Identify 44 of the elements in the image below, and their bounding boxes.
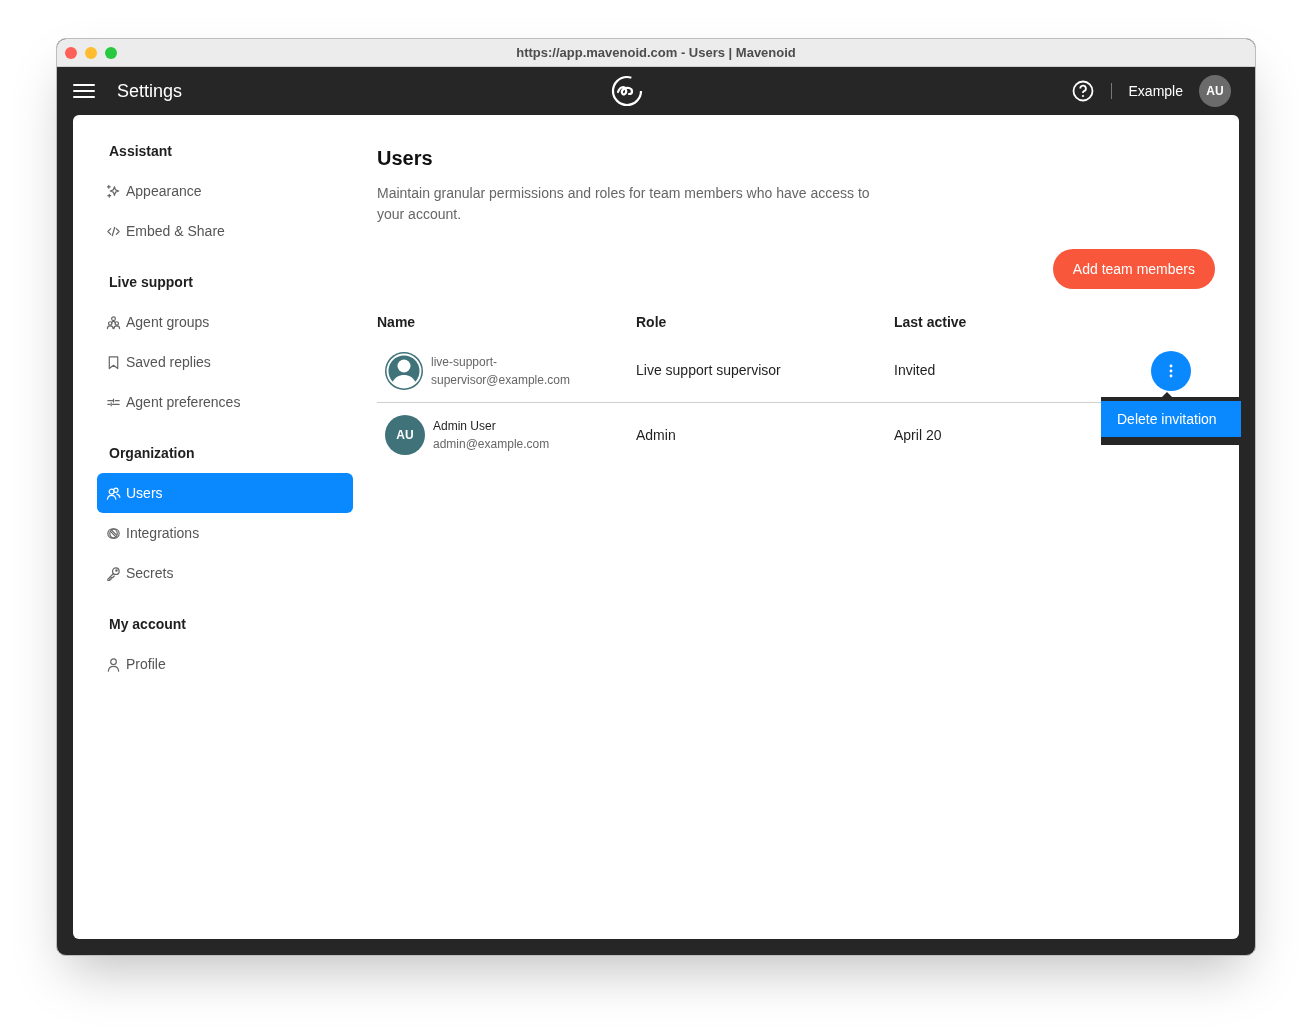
user-avatar: AU: [385, 415, 425, 455]
account-name[interactable]: Example: [1128, 80, 1183, 102]
table-cell-text: Live support supervisor: [636, 361, 782, 380]
sidebar-item[interactable]: Secrets: [97, 553, 353, 593]
sidebar-item[interactable]: Appearance: [97, 171, 353, 211]
bookmark-icon: [106, 354, 121, 370]
sidebar-item[interactable]: Saved replies: [97, 342, 353, 382]
user-name: Admin User: [433, 418, 497, 435]
page-title: Settings: [117, 79, 183, 103]
close-window-button[interactable]: [65, 46, 77, 59]
key-icon: [106, 565, 121, 581]
user-email: admin@example.com: [433, 436, 550, 453]
column-header: Last active: [894, 312, 968, 332]
sidebar-item[interactable]: Agent groups: [97, 302, 353, 342]
more-vertical-icon: [1169, 363, 1173, 378]
section-heading: Users: [377, 146, 434, 171]
section-description: Maintain granular permissions and roles for team members who have access to your account.: [377, 184, 871, 224]
table-cell-text: Admin: [636, 425, 677, 445]
user-email: live-support- supervisor@example.com: [431, 353, 570, 389]
avatar-silhouette: [385, 351, 423, 390]
person-icon: [106, 656, 121, 672]
sidebar-item[interactable]: Embed & Share: [97, 211, 353, 251]
group-icon: [106, 314, 121, 330]
table-cell-text: Invited: [894, 361, 937, 380]
help-icon[interactable]: [1071, 80, 1094, 102]
column-header: Name: [377, 312, 417, 332]
maximize-window-button[interactable]: [105, 46, 117, 59]
table-cell-text: April 20: [894, 425, 943, 445]
users-icon: [106, 485, 121, 501]
sidebar-item[interactable]: Profile: [97, 644, 353, 684]
logo-icon[interactable]: [610, 75, 643, 107]
more-options-button[interactable]: [1151, 350, 1191, 391]
sparkle-icon: [106, 183, 121, 199]
sidebar-section-heading: Organization: [108, 443, 196, 463]
sidebar-section-heading: Assistant: [108, 141, 174, 161]
column-header: Role: [636, 312, 668, 332]
window-title: https://app.mavenoid.com - Users | Mavenoid: [516, 43, 796, 62]
sidebar-section-heading: Live support: [108, 272, 194, 292]
user-avatar[interactable]: AU: [1199, 75, 1231, 107]
sidebar-item[interactable]: Agent preferences: [97, 382, 353, 422]
sidebar-item[interactable]: Integrations: [97, 513, 353, 553]
rings-icon: [106, 525, 121, 541]
sidebar-section-heading: My account: [108, 614, 187, 634]
menu-icon[interactable]: [73, 83, 95, 99]
